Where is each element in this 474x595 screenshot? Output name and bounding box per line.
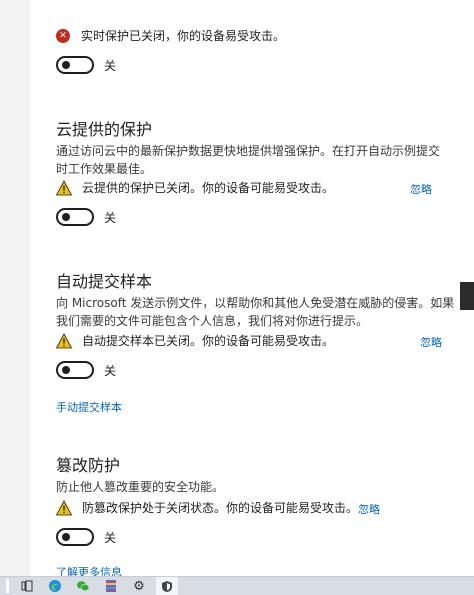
edge-browser-icon[interactable] — [44, 577, 66, 595]
tamper-warning: 防篡改保护处于关闭状态。你的设备可能易受攻击。 — [56, 500, 358, 516]
tamper-toggle[interactable] — [56, 528, 94, 546]
taskbar: ⚙ — [0, 576, 474, 595]
task-view-glyph — [21, 580, 33, 592]
winrar-glyph — [106, 580, 116, 592]
settings-icon[interactable]: ⚙ — [128, 577, 150, 595]
tamper-warning-text: 防篡改保护处于关闭状态。你的设备可能易受攻击。 — [82, 501, 359, 515]
edge-glyph — [49, 580, 61, 592]
toggle-knob — [62, 213, 70, 221]
warning-icon — [56, 180, 72, 196]
sample-warning-text: 自动提交样本已关闭。你的设备可能易受攻击。 — [82, 334, 335, 348]
cloud-toggle-row: 关 — [56, 208, 116, 226]
manual-submit-link[interactable]: 手动提交样本 — [56, 399, 122, 415]
wechat-icon[interactable] — [72, 577, 94, 595]
toggle-knob — [62, 533, 70, 541]
error-icon: ✕ — [56, 29, 70, 43]
background-window-edge — [460, 282, 474, 310]
sample-dismiss-link[interactable]: 忽略 — [420, 334, 442, 350]
cloud-dismiss-link[interactable]: 忽略 — [410, 181, 432, 197]
tamper-title: 篡改防护 — [56, 456, 121, 475]
realtime-toggle-row: 关 — [56, 56, 116, 74]
toggle-knob — [62, 366, 70, 374]
winrar-icon[interactable] — [100, 577, 122, 595]
realtime-warning-text: 实时保护已关闭，你的设备易受攻击。 — [81, 29, 286, 43]
cloud-toggle[interactable] — [56, 208, 94, 226]
realtime-toggle[interactable] — [56, 56, 94, 74]
warning-icon — [56, 333, 72, 349]
cloud-description: 通过访问云中的最新保护数据更快地提供增强保护。在打开自动示例提交 时工作效果最佳… — [56, 142, 440, 178]
sample-title: 自动提交样本 — [56, 272, 153, 291]
search-bar-edge — [0, 577, 14, 595]
warning-icon — [56, 500, 72, 516]
cloud-desc-line1: 通过访问云中的最新保护数据更快地提供增强保护。在打开自动示例提交 — [56, 144, 441, 158]
tamper-description: 防止他人篡改重要的安全功能。 — [56, 480, 225, 494]
tamper-toggle-label: 关 — [104, 530, 117, 545]
sample-toggle-label: 关 — [104, 363, 117, 378]
cloud-desc-line2: 时工作效果最佳。 — [56, 162, 153, 176]
shield-icon — [162, 580, 172, 592]
tamper-dismiss-link[interactable]: 忽略 — [358, 501, 380, 517]
task-view-icon[interactable] — [16, 577, 38, 595]
sample-desc-line2: 我们需要的文件可能包含个人信息，我们将对你进行提示。 — [56, 314, 369, 328]
cloud-toggle-label: 关 — [104, 210, 117, 225]
realtime-toggle-label: 关 — [104, 58, 117, 73]
search-bar-edge-block — [5, 579, 9, 593]
wechat-glyph — [77, 581, 90, 592]
security-app-icon[interactable] — [156, 577, 178, 595]
tamper-toggle-row: 关 — [56, 528, 116, 546]
sample-warning: 自动提交样本已关闭。你的设备可能易受攻击。 — [56, 333, 334, 349]
sample-toggle[interactable] — [56, 361, 94, 379]
cloud-title: 云提供的保护 — [56, 120, 153, 139]
sample-desc-line1: 向 Microsoft 发送示例文件，以帮助你和其他人免受潜在威胁的侵害。如果 — [56, 296, 455, 310]
realtime-warning: ✕ 实时保护已关闭，你的设备易受攻击。 — [56, 28, 285, 44]
cloud-warning: 云提供的保护已关闭。你的设备可能易受攻击。 — [56, 180, 334, 196]
toggle-knob — [62, 61, 70, 69]
gear-icon: ⚙ — [133, 578, 145, 594]
sample-description: 向 Microsoft 发送示例文件，以帮助你和其他人免受潜在威胁的侵害。如果 … — [56, 294, 454, 330]
sample-toggle-row: 关 — [56, 361, 116, 379]
left-nav-strip — [0, 0, 30, 576]
cloud-warning-text: 云提供的保护已关闭。你的设备可能易受攻击。 — [82, 181, 335, 195]
